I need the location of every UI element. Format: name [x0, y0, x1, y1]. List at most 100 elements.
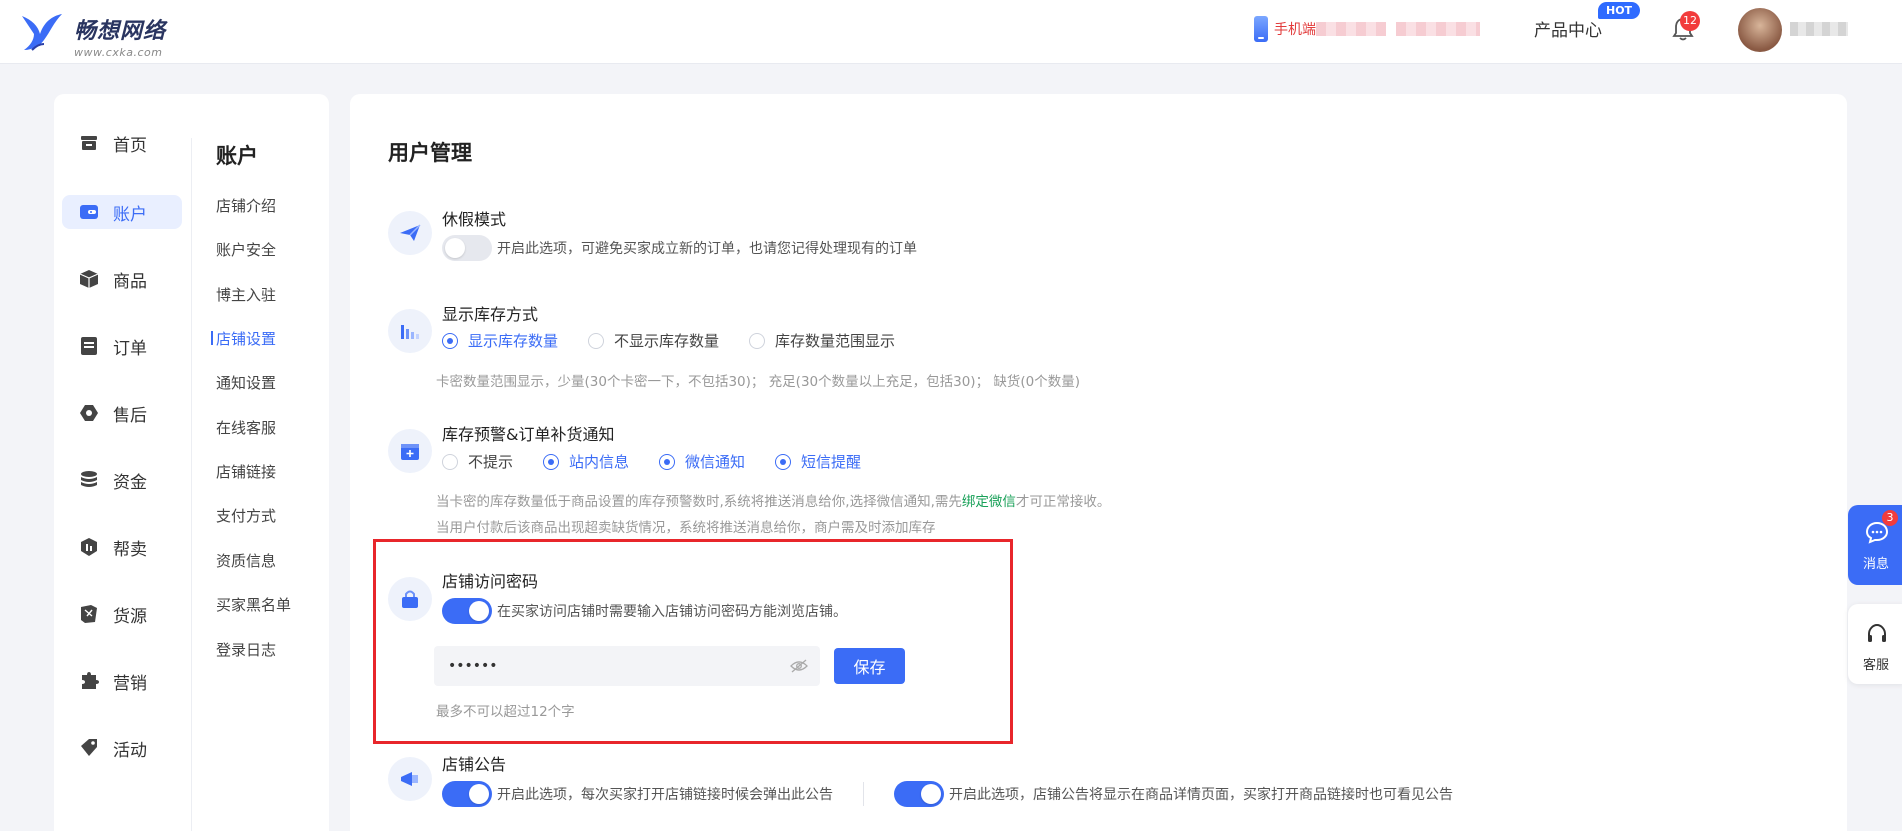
phone-icon — [1254, 16, 1268, 42]
service-label: 客服 — [1862, 658, 1889, 673]
vacation-title: 休假模式 — [442, 210, 507, 229]
subnav-item-store-settings[interactable]: 店铺设置 — [210, 328, 276, 349]
announcement-popup-toggle[interactable] — [442, 781, 492, 807]
subnav-item-online-service[interactable]: 在线客服 — [216, 417, 276, 438]
announcement-detail-desc: 开启此选项，店铺公告将显示在商品详情页面，买家打开商品链接时也可看见公告 — [949, 787, 1453, 803]
nav-item-orders[interactable]: 订单 — [62, 329, 182, 363]
nav-item-helpsell[interactable]: 帮卖 — [62, 530, 182, 564]
subnav-item-blogger[interactable]: 博主入驻 — [216, 284, 276, 305]
stock-alert-hint-1: 当卡密的库存数量低于商品设置的库存预警数时,系统将推送消息给你,选择微信通知,需… — [436, 494, 1111, 510]
nav-label: 商品 — [113, 271, 147, 292]
stock-display-radio-group: 显示库存数量 不显示库存数量 库存数量范围显示 — [442, 330, 925, 351]
nav-divider — [191, 138, 192, 831]
bind-wechat-link[interactable]: 绑定微信 — [962, 494, 1016, 510]
message-count-badge: 3 — [1882, 510, 1898, 526]
order-icon — [79, 336, 99, 356]
nav-item-account[interactable]: 账户 — [62, 195, 182, 229]
subnav-item-notifications[interactable]: 通知设置 — [216, 372, 276, 393]
user-name[interactable] — [1790, 22, 1848, 40]
aftersale-icon — [79, 403, 99, 423]
mobile-link[interactable]: 手机端 — [1254, 16, 1480, 42]
nav-label: 营销 — [113, 673, 147, 694]
divider — [863, 782, 864, 806]
subnav-item-account-security[interactable]: 账户安全 — [216, 239, 276, 260]
bird-logo-icon — [18, 10, 64, 58]
source-icon — [79, 604, 99, 624]
nav-item-funds[interactable]: 资金 — [62, 463, 182, 497]
brand-url: www.cxka.com — [74, 46, 163, 59]
vacation-toggle[interactable] — [442, 235, 492, 261]
subnav-item-qualification[interactable]: 资质信息 — [216, 550, 276, 571]
subnav-item-blacklist[interactable]: 买家黑名单 — [216, 594, 291, 615]
option-wechat[interactable]: 微信通知 — [659, 451, 745, 472]
bar-chart-icon — [388, 309, 432, 353]
stock-alert-options: 不提示 站内信息 微信通知 短信提醒 — [442, 451, 891, 472]
subnav-item-store-link[interactable]: 店铺链接 — [216, 461, 276, 482]
nav-item-products[interactable]: 商品 — [62, 262, 182, 296]
save-button[interactable]: 保存 — [834, 648, 905, 684]
stock-display-hint: 卡密数量范围显示，少量(30个卡密一下，不包括30)； 充足(30个数量以上充足… — [436, 374, 1080, 390]
left-nav-panel: 首页 账户 商品 订单 售后 资金 帮卖 货源 营销 活动 账户 店铺介绍 账户… — [54, 94, 329, 831]
helpsell-icon — [79, 537, 99, 557]
radio-show-stock[interactable]: 显示库存数量 — [442, 330, 558, 351]
nav-item-marketing[interactable]: 营销 — [62, 664, 182, 698]
password-value: •••••• — [448, 658, 498, 674]
nav-label: 售后 — [113, 405, 147, 426]
megaphone-icon — [388, 757, 432, 801]
nav-label: 订单 — [113, 338, 147, 359]
store-icon — [79, 133, 99, 153]
nav-item-aftersale[interactable]: 售后 — [62, 396, 182, 430]
highlight-annotation — [373, 539, 1013, 744]
subnav-item-payment[interactable]: 支付方式 — [216, 505, 276, 526]
nav-label: 活动 — [113, 740, 147, 761]
tag-icon — [79, 738, 99, 758]
subnav-item-store-intro[interactable]: 店铺介绍 — [216, 195, 276, 216]
nav-label: 账户 — [113, 204, 147, 225]
stock-display-title: 显示库存方式 — [442, 305, 539, 324]
message-float-button[interactable]: 3 消息 — [1848, 505, 1902, 585]
coins-icon — [79, 470, 99, 490]
redacted-text — [1316, 22, 1386, 36]
mobile-label: 手机端 — [1274, 22, 1316, 38]
brand-logo[interactable]: 畅想网络 www.cxka.com — [18, 10, 167, 59]
customer-service-float-button[interactable]: 客服 — [1848, 604, 1902, 684]
hot-badge: HOT — [1598, 2, 1641, 19]
stock-alert-hint-2: 当用户付款后该商品出现超卖缺货情况，系统将推送消息给你，商户需及时添加库存 — [436, 520, 936, 536]
message-label: 消息 — [1862, 557, 1889, 572]
page-title: 用户管理 — [388, 141, 472, 165]
subnav-title: 账户 — [216, 144, 258, 168]
plane-icon — [388, 211, 432, 255]
chat-icon — [1865, 521, 1889, 549]
announcement-detail-toggle[interactable] — [894, 781, 944, 807]
stock-alert-title: 库存预警&订单补货通知 — [442, 425, 615, 444]
product-center-link[interactable]: 产品中心 — [1534, 16, 1602, 41]
nav-label: 货源 — [113, 606, 147, 627]
calendar-icon — [388, 429, 432, 473]
avatar[interactable] — [1738, 8, 1782, 52]
nav-label: 帮卖 — [113, 539, 147, 560]
radio-hide-stock[interactable]: 不显示库存数量 — [588, 330, 719, 351]
wallet-icon — [79, 202, 99, 222]
vacation-desc: 开启此选项，可避免买家成立新的订单，也请您记得处理现有的订单 — [497, 241, 917, 257]
brand-title: 畅想网络 — [74, 19, 167, 44]
option-site-message[interactable]: 站内信息 — [543, 451, 629, 472]
announcement-popup-desc: 开启此选项，每次买家打开店铺链接时候会弹出此公告 — [497, 787, 833, 803]
nav-label: 资金 — [113, 472, 147, 493]
subnav-item-login-log[interactable]: 登录日志 — [216, 639, 276, 660]
store-password-input[interactable]: •••••• — [434, 646, 820, 686]
option-no-alert[interactable]: 不提示 — [442, 451, 513, 472]
headset-icon — [1865, 622, 1889, 650]
top-header: 畅想网络 www.cxka.com 手机端 产品中心 HOT 12 — [0, 0, 1902, 64]
radio-stock-range[interactable]: 库存数量范围显示 — [749, 330, 895, 351]
notification-badge: 12 — [1680, 11, 1700, 31]
redacted-text — [1396, 22, 1480, 36]
puzzle-icon — [79, 671, 99, 691]
eye-hidden-icon[interactable] — [790, 659, 808, 673]
nav-item-activities[interactable]: 活动 — [62, 731, 182, 765]
nav-item-home[interactable]: 首页 — [62, 126, 182, 160]
announcement-title: 店铺公告 — [442, 755, 507, 774]
option-sms[interactable]: 短信提醒 — [775, 451, 861, 472]
nav-label: 首页 — [113, 135, 147, 156]
box-icon — [79, 269, 99, 289]
nav-item-source[interactable]: 货源 — [62, 597, 182, 631]
